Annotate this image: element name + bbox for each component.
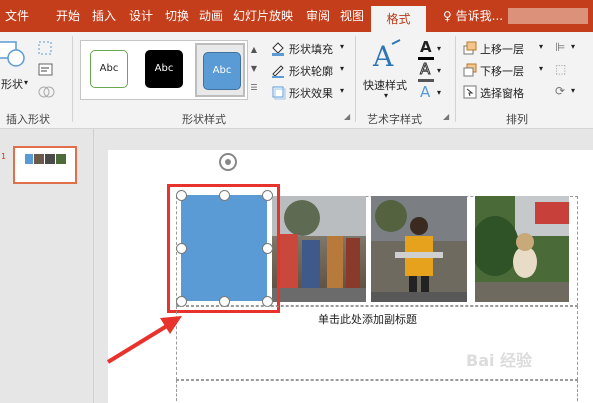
svg-text:A: A <box>372 40 394 73</box>
send-backward-icon <box>463 63 477 77</box>
text-box-icon[interactable] <box>37 62 55 78</box>
style-swatch-selected-frame: Abc <box>195 43 245 97</box>
send-backward-button[interactable]: 下移一层 <box>480 63 524 79</box>
chevron-down-icon[interactable]: ▾ <box>340 86 344 95</box>
shapes-button-label[interactable]: 形状 <box>1 76 23 92</box>
gallery-down-icon[interactable]: ▼ <box>248 59 260 78</box>
photo-cat[interactable] <box>475 196 569 302</box>
chevron-down-icon[interactable]: ▾ <box>539 42 543 51</box>
rotate-icon[interactable]: ⟳ <box>555 84 565 98</box>
chevron-down-icon[interactable]: ▾ <box>437 88 441 97</box>
baidu-watermark: Bai 经验 <box>466 351 533 370</box>
ribbon-tab[interactable]: 审阅 <box>306 0 330 32</box>
chevron-down-icon[interactable]: ▾ <box>539 64 543 73</box>
lightbulb-icon: ♀ <box>443 9 452 23</box>
bring-forward-icon <box>463 41 477 55</box>
gallery-up-icon[interactable]: ▲ <box>248 40 260 59</box>
wordart-group-label: 艺术字样式 <box>367 113 422 126</box>
shape-fill-button[interactable]: 形状填充 <box>289 41 333 57</box>
group-separator <box>455 36 456 122</box>
shapes-icon[interactable] <box>0 38 30 74</box>
rotate-handle-icon[interactable] <box>215 150 241 176</box>
merge-shapes-icon[interactable] <box>37 84 59 100</box>
ribbon-tab[interactable]: 动画 <box>199 0 223 32</box>
chevron-down-icon[interactable]: ▾ <box>340 42 344 51</box>
ribbon-tab[interactable]: 视图 <box>340 0 364 32</box>
subtitle-placeholder-text: 单击此处添加副标题 <box>318 313 417 326</box>
annotation-highlight-box <box>167 184 280 313</box>
shape-styles-group-label: 形状样式 <box>182 113 226 126</box>
shape-outline-button[interactable]: 形状轮廓 <box>289 63 333 79</box>
group-separator <box>72 36 73 122</box>
pencil-icon <box>272 65 284 78</box>
chevron-down-icon[interactable]: ▾ <box>384 91 388 100</box>
wordart-quick-styles-icon[interactable]: A <box>370 38 404 74</box>
insert-shapes-group-label: 插入形状 <box>6 113 50 126</box>
text-outline-icon[interactable]: A <box>419 60 430 79</box>
chevron-down-icon[interactable]: ▾ <box>437 66 441 75</box>
ribbon-tab[interactable]: 幻灯片放映 <box>233 0 293 32</box>
selection-pane-icon <box>463 85 477 99</box>
ribbon-tab[interactable]: 文件 <box>5 0 29 32</box>
photo-woman-tray[interactable] <box>371 196 467 302</box>
text-effects-icon[interactable]: A <box>420 83 430 101</box>
slide-number: 1 <box>1 152 7 161</box>
tab-format[interactable]: 格式 <box>371 6 426 32</box>
shape-effects-button[interactable]: 形状效果 <box>289 85 333 101</box>
ribbon-tab-bar: 文件 开始 插入 设计 切换 动画 幻灯片放映 审阅 视图 格式 ♀ 告诉我... <box>0 0 593 32</box>
dialog-launcher-icon[interactable]: ◢ <box>443 112 449 121</box>
photo-performers[interactable] <box>272 196 366 302</box>
ribbon-tab[interactable]: 切换 <box>165 0 189 32</box>
ribbon-tab[interactable]: 开始 <box>56 0 80 32</box>
text-fill-icon[interactable]: A <box>420 38 432 56</box>
align-icon[interactable]: ⊫ <box>555 40 565 54</box>
shape-styles-gallery: Abc Abc Abc <box>80 40 248 100</box>
ribbon-tab[interactable]: 插入 <box>92 0 116 32</box>
group-separator <box>355 36 356 122</box>
tell-me-box[interactable]: ♀ 告诉我... <box>443 0 503 32</box>
paint-bucket-icon <box>272 42 284 56</box>
chevron-down-icon[interactable]: ▾ <box>340 64 344 73</box>
annotation-arrow-icon <box>106 316 182 364</box>
chevron-down-icon[interactable]: ▾ <box>437 44 441 53</box>
gallery-more-icon[interactable]: ☰ <box>248 78 260 97</box>
dialog-launcher-icon[interactable]: ◢ <box>344 112 350 121</box>
chevron-down-icon[interactable]: ▾ <box>571 42 575 51</box>
tell-me-label: 告诉我... <box>455 9 504 23</box>
style-swatch-black[interactable]: Abc <box>145 50 183 88</box>
user-account-area[interactable] <box>508 8 588 24</box>
group-objects-icon[interactable]: ⬚ <box>555 62 566 76</box>
selection-pane-button[interactable]: 选择窗格 <box>480 85 524 101</box>
chevron-down-icon[interactable]: ▾ <box>571 86 575 95</box>
text-outline-color-bar <box>418 79 434 82</box>
edit-shape-icon[interactable] <box>37 40 55 56</box>
style-swatch-outline[interactable]: Abc <box>90 50 128 88</box>
shape-effects-icon <box>272 86 286 100</box>
arrange-group-label: 排列 <box>506 113 528 126</box>
slide-thumbnail[interactable] <box>13 146 77 184</box>
footer-placeholder <box>176 380 578 401</box>
style-swatch-blue[interactable]: Abc <box>203 52 241 90</box>
ribbon-tab[interactable]: 设计 <box>129 0 153 32</box>
gallery-scroll: ▲ ▼ ☰ <box>248 40 260 98</box>
bring-forward-button[interactable]: 上移一层 <box>480 41 524 57</box>
chevron-down-icon[interactable]: ▾ <box>24 78 28 87</box>
